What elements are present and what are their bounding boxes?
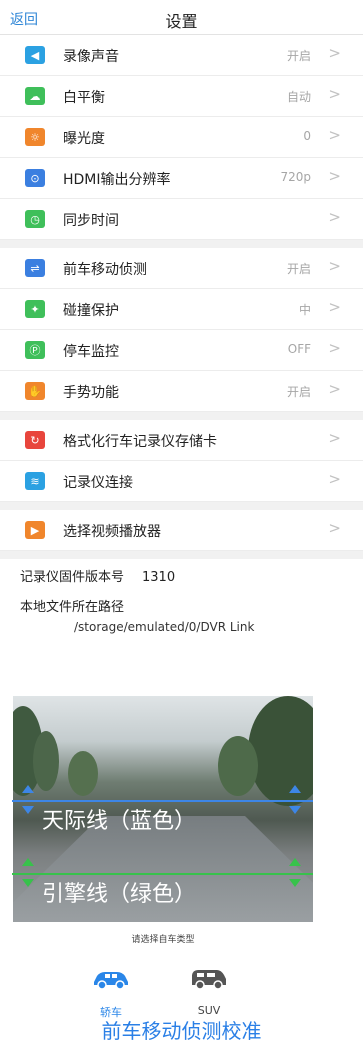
setting-label: 碰撞保护 (63, 303, 119, 319)
chevron-right-icon: > (328, 208, 341, 226)
section-divider (0, 502, 363, 510)
horizon-up-arrow-icon[interactable] (22, 785, 34, 793)
setting-value: 开启 (286, 49, 311, 63)
setting-row-front-car-detect[interactable]: ⇌ 前车移动侦测 开启 > (0, 248, 363, 289)
chevron-right-icon: > (328, 298, 341, 316)
chevron-right-icon: > (328, 85, 341, 103)
clock-icon: ◷ (25, 210, 45, 228)
collision-icon: ✦ (25, 300, 45, 318)
parking-icon: Ⓟ (25, 341, 45, 359)
hdmi-icon: ⊙ (25, 169, 45, 187)
engine-caption: 引擎线（绿色） (42, 882, 197, 907)
horizon-up-arrow-icon[interactable] (289, 785, 301, 793)
horizon-line[interactable] (12, 800, 313, 802)
top-bar: 返回 设置 (0, 0, 363, 35)
engine-down-arrow-icon[interactable] (289, 879, 301, 887)
sedan-car-icon[interactable] (91, 966, 131, 990)
section-divider (0, 412, 363, 420)
engine-up-arrow-icon[interactable] (22, 858, 34, 866)
setting-label: 白平衡 (63, 90, 105, 106)
setting-value: 自动 (286, 90, 311, 104)
setting-label: 选择视频播放器 (63, 524, 161, 540)
setting-label: 停车监控 (63, 344, 119, 360)
chevron-right-icon: > (328, 470, 341, 488)
setting-value: OFF (287, 342, 311, 356)
suv-car-icon[interactable] (189, 966, 229, 990)
chevron-right-icon: > (328, 519, 341, 537)
firmware-label: 记录仪固件版本号 (20, 570, 125, 585)
setting-label: 录像声音 (63, 49, 119, 65)
setting-label: 格式化行车记录仪存储卡 (63, 434, 217, 450)
vehicle-type-panel: 请选择自车类型 轿车 SUV (13, 922, 313, 1019)
firmware-value: 1310 (142, 570, 176, 585)
setting-row-white-balance[interactable]: ☁ 白平衡 自动 > (0, 76, 363, 117)
player-icon: ▶ (25, 521, 45, 539)
chevron-right-icon: > (328, 126, 341, 144)
firmware-info: 记录仪固件版本号 1310 (20, 566, 175, 585)
setting-row-hdmi-resolution[interactable]: ⊙ HDMI输出分辨率 720p > (0, 158, 363, 199)
exposure-icon: ☼ (25, 128, 45, 146)
page-title: 设置 (165, 12, 198, 31)
engine-down-arrow-icon[interactable] (22, 879, 34, 887)
path-value: /storage/emulated/0/DVR Link (74, 620, 255, 634)
setting-label: 曝光度 (63, 131, 105, 147)
path-label: 本地文件所在路径 (20, 600, 125, 615)
car-detect-icon: ⇌ (25, 259, 45, 277)
setting-label: 记录仪连接 (63, 475, 133, 491)
format-icon: ↻ (25, 431, 45, 449)
setting-value: 0 (303, 129, 311, 143)
engine-up-arrow-icon[interactable] (289, 858, 301, 866)
setting-row-parking-monitor[interactable]: Ⓟ 停车监控 OFF > (0, 330, 363, 371)
chevron-right-icon: > (328, 429, 341, 447)
setting-row-sync-time[interactable]: ◷ 同步时间 > (0, 199, 363, 240)
setting-value: 720p (280, 170, 311, 184)
setting-label: 手势功能 (63, 385, 119, 401)
section-divider (0, 240, 363, 248)
setting-row-record-sound[interactable]: ◀ 录像声音 开启 > (0, 35, 363, 76)
setting-row-format-card[interactable]: ↻ 格式化行车记录仪存储卡 > (0, 420, 363, 461)
setting-value: 开启 (286, 385, 311, 399)
setting-row-video-player[interactable]: ▶ 选择视频播放器 > (0, 510, 363, 551)
section-divider (0, 551, 363, 559)
horizon-down-arrow-icon[interactable] (22, 806, 34, 814)
chevron-right-icon: > (328, 167, 341, 185)
horizon-caption: 天际线（蓝色） (42, 809, 197, 834)
setting-row-exposure[interactable]: ☼ 曝光度 0 > (0, 117, 363, 158)
chevron-right-icon: > (328, 44, 341, 62)
white-balance-icon: ☁ (25, 87, 45, 105)
setting-row-gesture[interactable]: ✋ 手势功能 开启 > (0, 371, 363, 412)
setting-value: 开启 (286, 262, 311, 276)
vehicle-type-prompt: 请选择自车类型 (131, 935, 195, 945)
engine-line[interactable] (12, 873, 313, 875)
horizon-down-arrow-icon[interactable] (289, 806, 301, 814)
wifi-icon: ≋ (25, 472, 45, 490)
setting-label: HDMI输出分辨率 (63, 172, 171, 188)
setting-value: 中 (298, 303, 311, 317)
gesture-icon: ✋ (25, 382, 45, 400)
setting-row-recorder-connect[interactable]: ≋ 记录仪连接 > (0, 461, 363, 502)
setting-label: 前车移动侦测 (63, 262, 147, 278)
setting-label: 同步时间 (63, 213, 119, 229)
speaker-icon: ◀ (25, 46, 45, 64)
chevron-right-icon: > (328, 380, 341, 398)
chevron-right-icon: > (328, 339, 341, 357)
chevron-right-icon: > (328, 257, 341, 275)
setting-row-collision[interactable]: ✦ 碰撞保护 中 > (0, 289, 363, 330)
